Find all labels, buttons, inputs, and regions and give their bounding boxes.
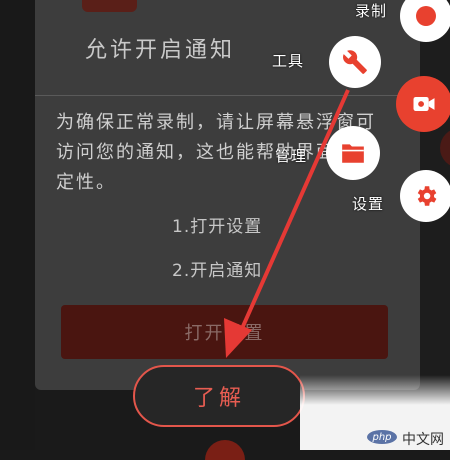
dialog-title: 允许开启通知 — [85, 38, 236, 63]
video-camera-icon — [413, 97, 435, 111]
gear-icon — [417, 186, 437, 206]
record-dot-icon — [416, 6, 436, 26]
bottom-record-button[interactable] — [205, 440, 245, 460]
folder-icon — [342, 144, 364, 163]
open-settings-button[interactable]: 打开设置 — [61, 305, 388, 359]
camera-fab[interactable] — [396, 76, 450, 132]
settings-label: 设置 — [352, 195, 385, 213]
step-enable-notification: 2.开启通知 — [172, 261, 263, 281]
wrench-icon — [343, 50, 367, 74]
watermark-logo: php — [367, 430, 397, 444]
manage-label: 管理 — [275, 147, 308, 165]
dialog-header-accent — [82, 0, 137, 12]
manage-fab[interactable] — [326, 126, 380, 180]
settings-fab[interactable] — [400, 170, 450, 222]
tools-fab[interactable] — [329, 36, 381, 88]
record-label: 录制 — [355, 2, 388, 20]
watermark-text: 中文网 — [402, 432, 444, 448]
step-open-settings: 1.打开设置 — [172, 217, 263, 237]
dialog-divider — [35, 95, 420, 96]
app-background-left — [0, 0, 35, 450]
tools-label: 工具 — [272, 52, 305, 70]
got-it-button[interactable]: 了解 — [133, 365, 305, 427]
